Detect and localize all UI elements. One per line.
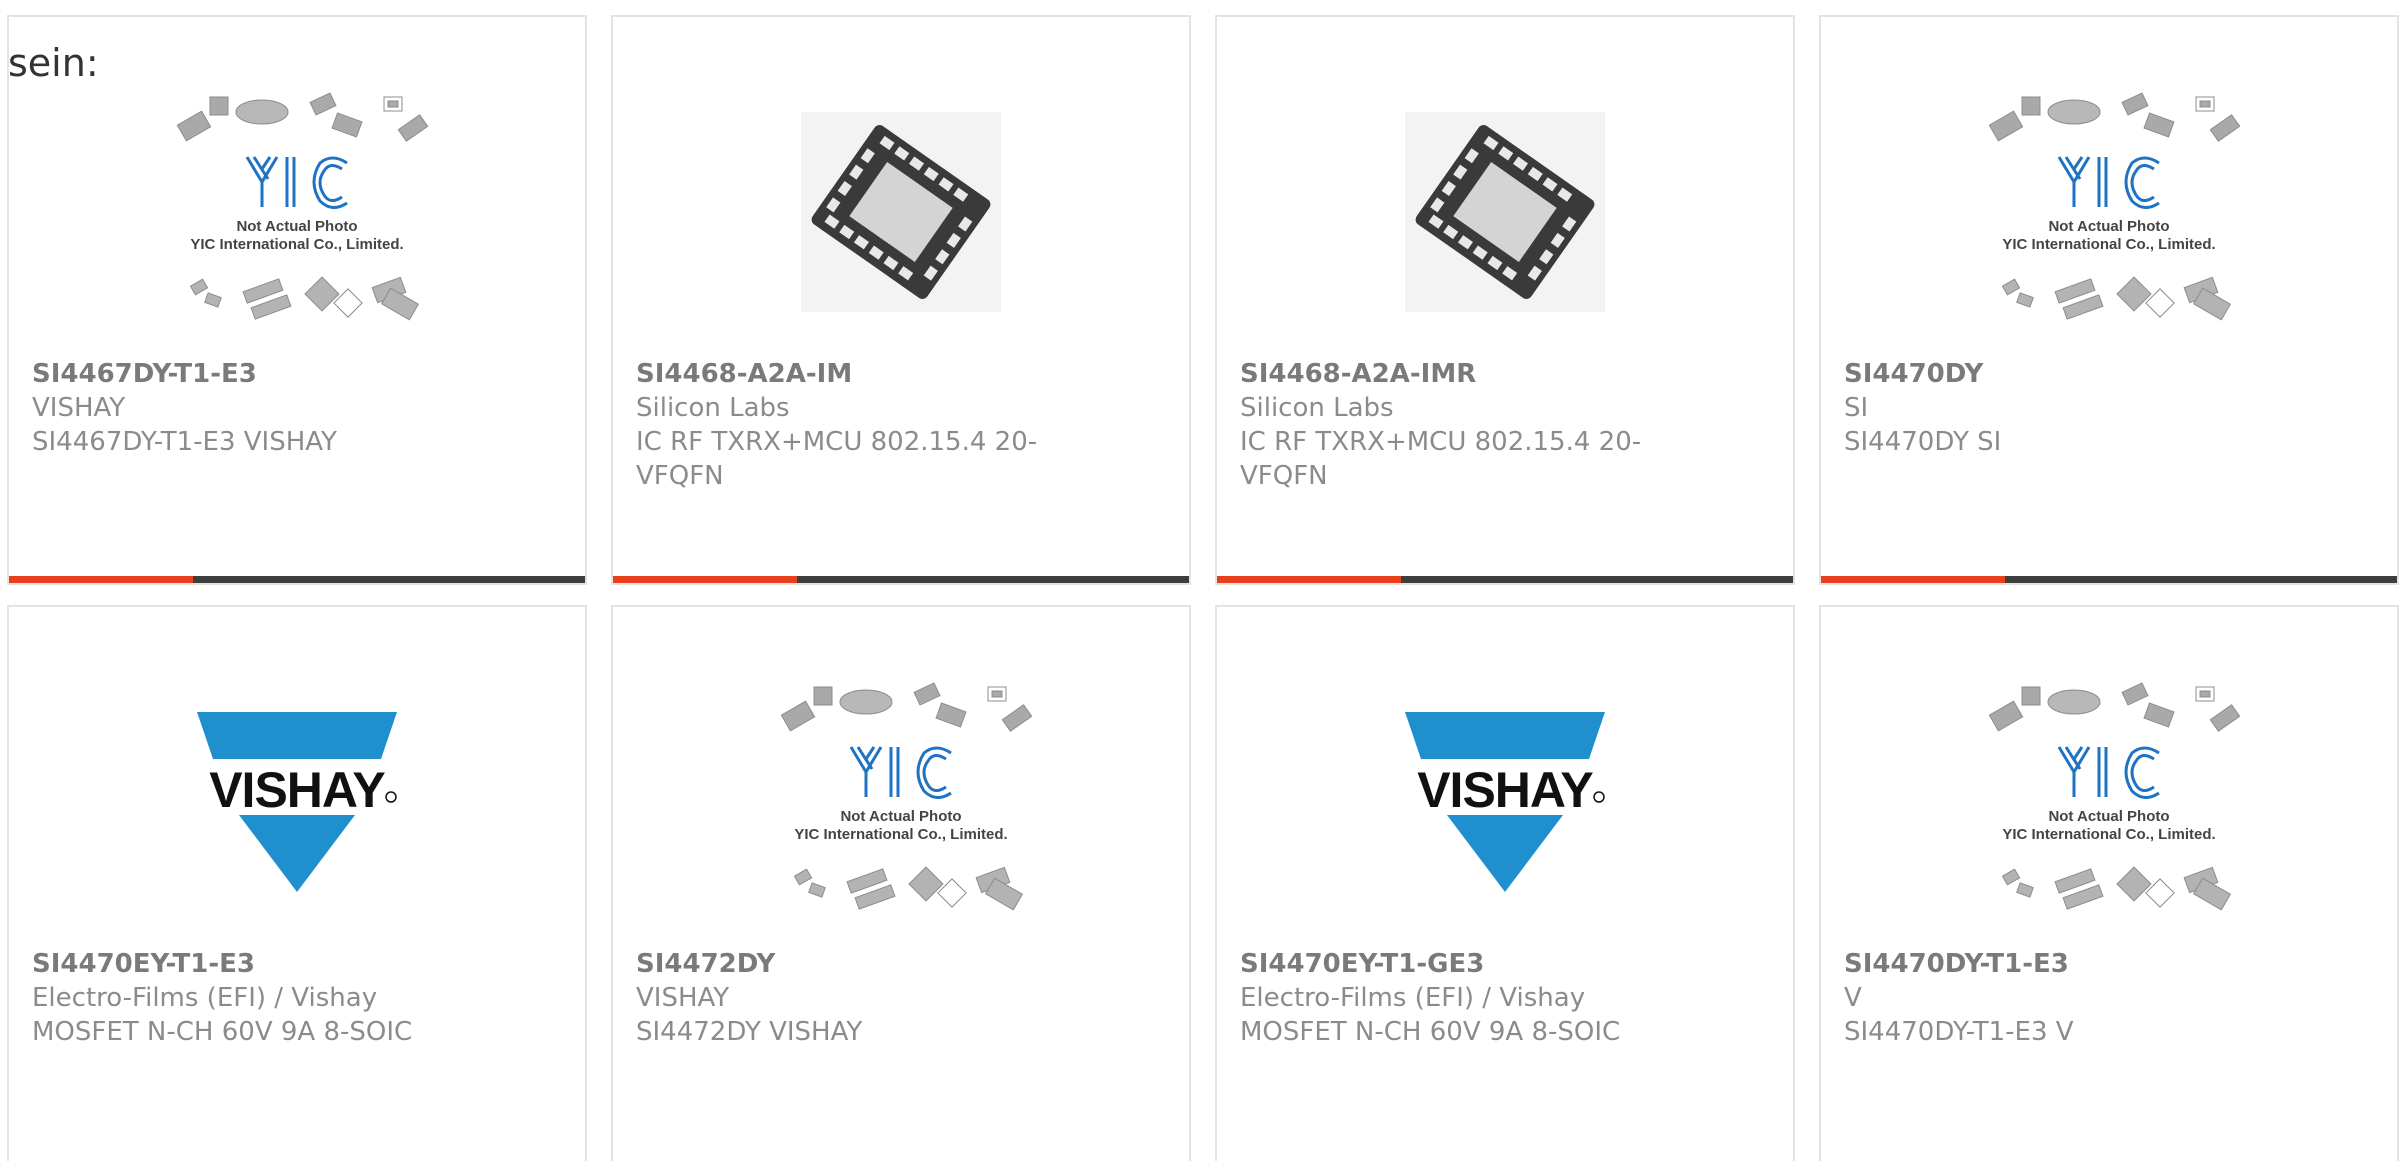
product-description: SI4470DY-T1-E3 V [1844, 1017, 2074, 1047]
placeholder-line1: Not Actual Photo [236, 218, 357, 235]
product-manufacturer: Silicon Labs [1240, 393, 1394, 423]
product-card[interactable]: VISHAY SI4470EY-T1-GE3 Electro-Films (EFI… [1215, 605, 1795, 1161]
product-image[interactable]: Not Actual Photo YIC International Co., … [1821, 87, 2397, 337]
product-description: MOSFET N-CH 60V 9A 8-SOIC [32, 1017, 413, 1047]
yic-placeholder-image: Not Actual Photo YIC International Co., … [1988, 92, 2241, 321]
product-image[interactable]: VISHAY [1217, 677, 1793, 927]
product-description: SI4470DY SI [1844, 427, 2002, 457]
product-part-number[interactable]: SI4470EY-T1-GE3 [1240, 947, 1680, 981]
product-manufacturer: VISHAY [636, 983, 730, 1013]
hover-progress-bar [1821, 576, 2397, 583]
product-grid: Not Actual Photo YIC International Co., … [7, 15, 2399, 1161]
product-info: SI4470DY SI SI4470DY SI [1844, 357, 2284, 459]
product-image[interactable]: VISHAY [9, 677, 585, 927]
product-manufacturer: Silicon Labs [636, 393, 790, 423]
product-card[interactable]: VISHAY SI4470EY-T1-E3 Electro-Films (EFI)… [7, 605, 587, 1161]
placeholder-line2: YIC International Co., Limited. [2002, 826, 2215, 843]
product-part-number[interactable]: SI4467DY-T1-E3 [32, 357, 472, 391]
product-info: SI4472DY VISHAY SI4472DY VISHAY [636, 947, 1076, 1049]
product-part-number[interactable]: SI4472DY [636, 947, 1076, 981]
vishay-logo-text: VISHAY [209, 762, 385, 818]
placeholder-line2: YIC International Co., Limited. [190, 236, 403, 253]
product-info: SI4468-A2A-IMR Silicon Labs IC RF TXRX+MCU… [1240, 357, 1680, 493]
product-card[interactable]: Not Actual Photo YIC International Co., … [7, 15, 587, 585]
placeholder-line1: Not Actual Photo [2048, 218, 2169, 235]
product-image[interactable]: Not Actual Photo YIC International Co., … [1821, 677, 2397, 927]
product-image[interactable]: Not Actual Photo YIC International Co., … [9, 87, 585, 337]
yic-placeholder-image: Not Actual Photo YIC International Co., … [1988, 682, 2241, 911]
product-info: SI4470EY-T1-E3 Electro-Films (EFI) / Vish… [32, 947, 472, 1049]
product-manufacturer: Electro-Films (EFI) / Vishay [32, 983, 378, 1013]
vishay-logo-image: VISHAY [197, 712, 397, 892]
product-info: SI4468-A2A-IM Silicon Labs IC RF TXRX+MCU … [636, 357, 1076, 493]
product-description: MOSFET N-CH 60V 9A 8-SOIC [1240, 1017, 1621, 1047]
placeholder-line1: Not Actual Photo [2048, 808, 2169, 825]
product-description: IC RF TXRX+MCU 802.15.4 20-VFQFN [636, 427, 1038, 491]
product-part-number[interactable]: SI4468-A2A-IM [636, 357, 1076, 391]
placeholder-line1: Not Actual Photo [840, 808, 961, 825]
product-card[interactable]: SI4468-A2A-IMR Silicon Labs IC RF TXRX+MCU… [1215, 15, 1795, 585]
intro-text: sein: [8, 41, 99, 85]
product-part-number[interactable]: SI4470DY [1844, 357, 2284, 391]
product-description: IC RF TXRX+MCU 802.15.4 20-VFQFN [1240, 427, 1642, 491]
hover-progress-bar [613, 576, 1189, 583]
product-info: SI4470EY-T1-GE3 Electro-Films (EFI) / Vis… [1240, 947, 1680, 1049]
product-part-number[interactable]: SI4470DY-T1-E3 [1844, 947, 2284, 981]
hover-progress-fill [613, 576, 798, 583]
product-manufacturer: V [1844, 983, 1862, 1013]
yic-placeholder-image: Not Actual Photo YIC International Co., … [780, 682, 1033, 911]
product-card[interactable]: Not Actual Photo YIC International Co., … [1819, 15, 2399, 585]
placeholder-line2: YIC International Co., Limited. [2002, 236, 2215, 253]
product-manufacturer: VISHAY [32, 393, 126, 423]
product-info: SI4470DY-T1-E3 V SI4470DY-T1-E3 V [1844, 947, 2284, 1049]
product-part-number[interactable]: SI4468-A2A-IMR [1240, 357, 1680, 391]
vishay-logo-image: VISHAY [1405, 712, 1605, 892]
hover-progress-fill [9, 576, 194, 583]
product-info: SI4467DY-T1-E3 VISHAY SI4467DY-T1-E3 VISHA… [32, 357, 472, 459]
hover-progress-fill [1217, 576, 1402, 583]
product-card[interactable]: SI4468-A2A-IM Silicon Labs IC RF TXRX+MCU … [611, 15, 1191, 585]
product-manufacturer: Electro-Films (EFI) / Vishay [1240, 983, 1586, 1013]
hover-progress-bar [9, 576, 585, 583]
product-part-number[interactable]: SI4470EY-T1-E3 [32, 947, 472, 981]
vishay-logo-text: VISHAY [1417, 762, 1593, 818]
page: sein: Not Actual Photo YIC International… [0, 0, 2400, 1161]
hover-progress-bar [1217, 576, 1793, 583]
product-image[interactable] [1217, 87, 1793, 337]
product-image[interactable] [613, 87, 1189, 337]
product-manufacturer: SI [1844, 393, 1869, 423]
product-description: SI4472DY VISHAY [636, 1017, 863, 1047]
product-description: SI4467DY-T1-E3 VISHAY [32, 427, 337, 457]
product-card[interactable]: Not Actual Photo YIC International Co., … [611, 605, 1191, 1161]
placeholder-line2: YIC International Co., Limited. [794, 826, 1007, 843]
product-card[interactable]: Not Actual Photo YIC International Co., … [1819, 605, 2399, 1161]
hover-progress-fill [1821, 576, 2006, 583]
product-image[interactable]: Not Actual Photo YIC International Co., … [613, 677, 1189, 927]
qfn-chip-image [1405, 112, 1605, 312]
qfn-chip-image [801, 112, 1001, 312]
yic-placeholder-image: Not Actual Photo YIC International Co., … [176, 92, 429, 321]
